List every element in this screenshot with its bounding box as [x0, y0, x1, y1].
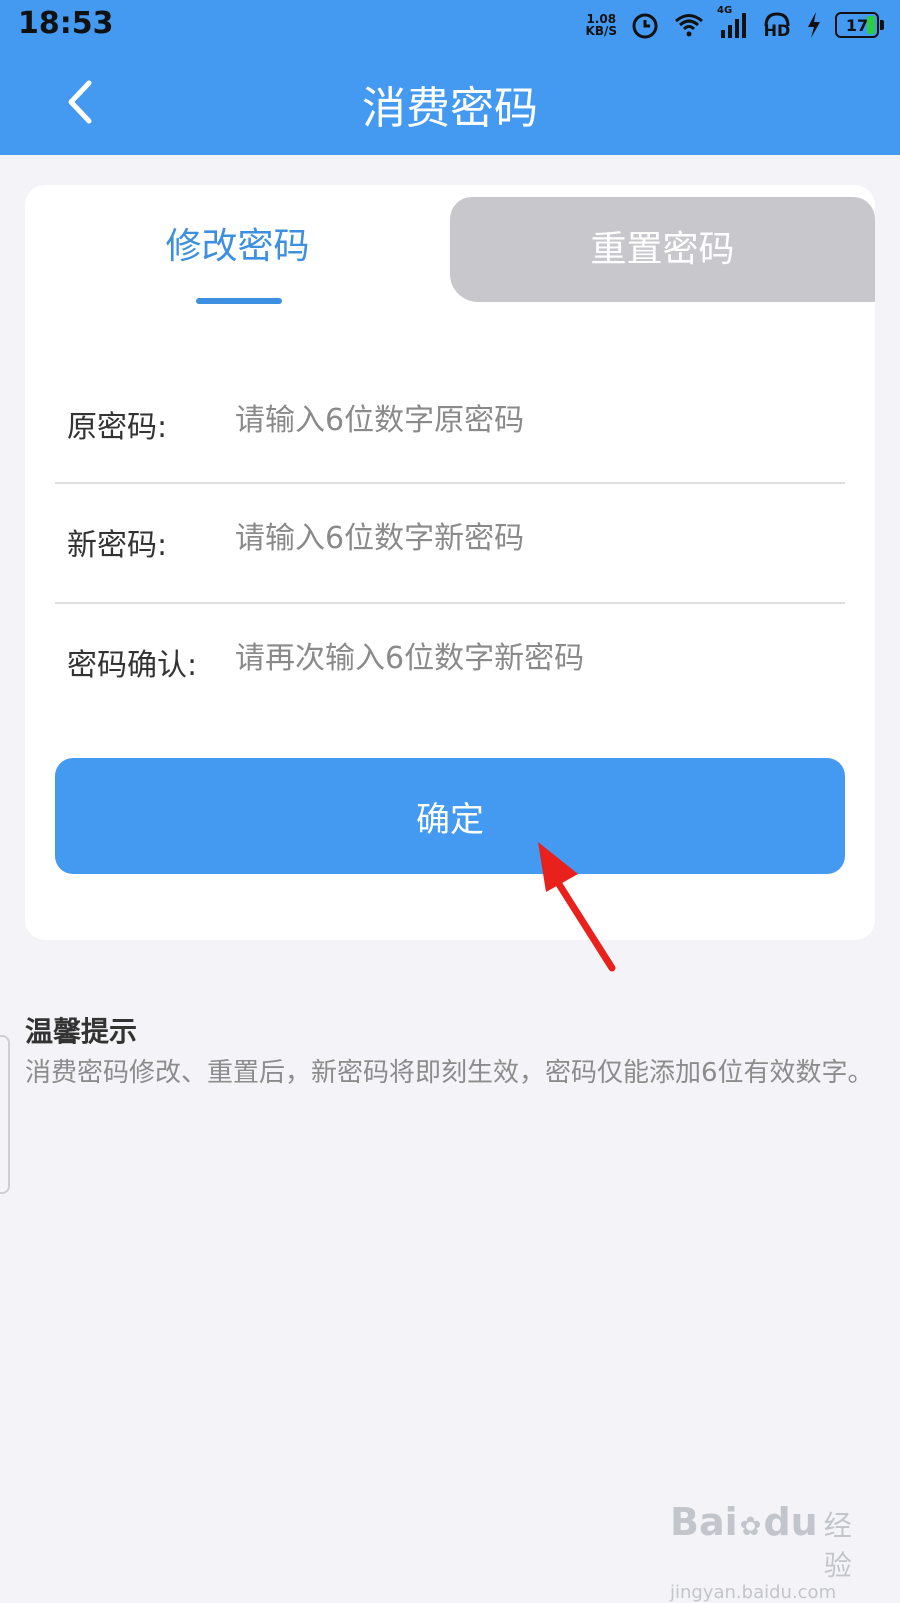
new-password-row: 新密码:	[55, 490, 845, 590]
confirm-button[interactable]: 确定	[55, 758, 845, 874]
tab-reset-password[interactable]: 重置密码	[450, 197, 875, 302]
net-speed-unit: KB/S	[585, 24, 617, 38]
status-icons: 1.08 KB/S 4G HD 17	[586, 5, 884, 42]
status-bar: 18:53 1.08 KB/S 4G HD 17	[0, 0, 900, 50]
confirm-password-input[interactable]	[235, 630, 835, 686]
battery-icon: 17	[835, 12, 884, 38]
field-divider	[55, 602, 845, 604]
charging-bolt-icon	[805, 9, 823, 41]
baidu-jingyan-watermark: Bai ✿ du 经验 jingyan.baidu.com	[670, 1500, 852, 1603]
wifi-icon	[673, 9, 705, 41]
new-password-label: 新密码:	[67, 528, 168, 563]
cellular-signal-icon: 4G	[717, 5, 749, 41]
confirm-password-label: 密码确认:	[67, 648, 198, 683]
page-title: 消费密码	[362, 83, 538, 134]
hd-label: HD	[763, 20, 791, 40]
tips-title: 温馨提示	[25, 1015, 138, 1048]
watermark-brand-c: 经验	[823, 1509, 852, 1582]
watermark-logo: Bai ✿ du 经验	[670, 1500, 852, 1584]
side-edge-handle[interactable]	[0, 1035, 10, 1194]
alarm-clock-icon	[629, 9, 661, 41]
tab-reset-password-label: 重置密码	[590, 228, 735, 270]
tips-text: 消费密码修改、重置后，新密码将即刻生效，密码仅能添加6位有效数字。	[25, 1058, 874, 1088]
network-type: 4G	[717, 5, 733, 16]
battery-level: 17	[845, 15, 869, 35]
app-header: 消费密码	[0, 50, 900, 155]
tab-change-password-label: 修改密码	[165, 226, 310, 267]
status-time: 18:53	[18, 6, 114, 41]
watermark-brand-b: du	[763, 1500, 818, 1544]
confirm-password-row: 密码确认:	[55, 610, 845, 710]
old-password-label: 原密码:	[67, 410, 168, 445]
old-password-input[interactable]	[235, 392, 835, 448]
watermark-brand-a: Bai	[670, 1500, 738, 1544]
old-password-row: 原密码:	[55, 372, 845, 472]
red-arrow-annotation	[538, 842, 616, 972]
new-password-input[interactable]	[235, 510, 835, 566]
active-tab-indicator	[196, 298, 282, 304]
hd-voice-icon: HD	[761, 9, 793, 41]
tab-change-password[interactable]: 修改密码	[25, 185, 450, 305]
paw-icon: ✿	[739, 1512, 762, 1542]
field-divider	[55, 482, 845, 484]
net-speed: 1.08 KB/S	[586, 13, 617, 37]
